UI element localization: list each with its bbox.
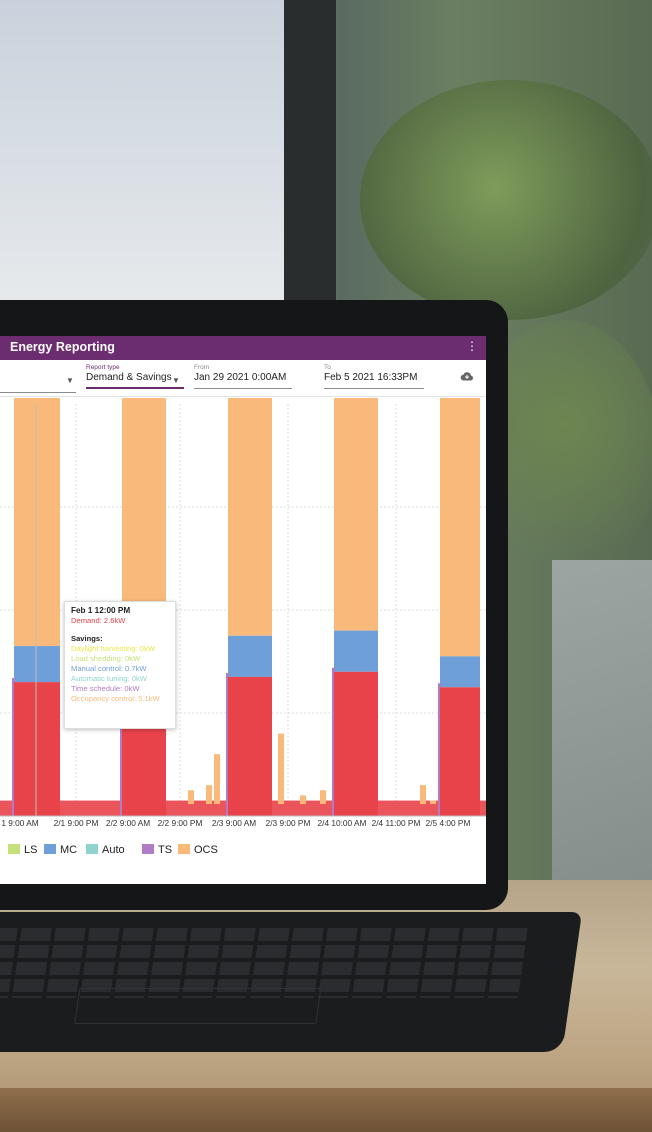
mc-area [228,635,272,677]
x-tick-label: 2/2 9:00 PM [158,818,203,828]
tooltip-savings-line: Daylight harvesting: 0kW [71,644,155,653]
legend-swatch [86,844,98,854]
window-sky [0,0,290,300]
x-tick-label: 2/5 4:00 PM [426,818,471,828]
filters-divider [0,396,486,397]
mc-area [334,630,378,672]
legend-swatch [178,844,190,854]
legend-label: TS [158,844,173,856]
report-type-label: Report type [86,364,120,371]
legend-swatch [142,844,154,854]
tooltip-savings-line: Time schedule: 0kW [71,684,140,693]
app-bar: Energy Reporting ⋮ [0,336,486,360]
tooltip-savings-line: Load shedding: 0kW [71,654,141,663]
report-type-underline [86,387,184,389]
legend-item-ls[interactable]: LS [8,844,37,856]
mc-area [440,656,480,688]
tooltip-demand: Demand: 2.6kW [71,616,126,625]
x-tick-label: 2/4 10:00 AM [318,818,367,828]
from-label: From [194,364,210,371]
truncated-field-underline [0,392,76,393]
legend-label: Auto [102,844,125,856]
to-date-field[interactable]: To Feb 5 2021 16:33PM [324,364,424,389]
legend-item-ocs[interactable]: OCS [178,844,218,856]
ocs-area [228,398,272,636]
window-frame [284,0,336,330]
ocs-night-spike [188,790,194,804]
from-value: Jan 29 2021 0:00AM [194,372,287,383]
report-type-value: Demand & Savings [86,372,172,383]
legend-swatch [44,844,56,854]
ocs-night-spike [320,790,326,804]
legend-label: MC [60,844,78,856]
to-label: To [324,364,331,371]
legend-swatch [8,844,20,854]
building-background [552,560,652,900]
laptop-screen: Energy Reporting ⋮ ▼ Report type Demand … [0,336,486,884]
cloud-download-icon[interactable] [460,372,474,381]
ocs-night-spike [430,800,436,804]
ocs-night-spike [214,754,220,804]
tooltip-savings-line: Occupancy control: 5.1kW [71,694,160,703]
tree-foliage [360,80,652,320]
demand-area [228,676,272,816]
ocs-night-spike [420,785,426,804]
ocs-area [334,398,378,631]
report-filters: ▼ Report type Demand & Savings ▼ From Ja… [0,362,486,394]
ocs-area [14,398,60,647]
laptop-keyboard [0,912,583,1052]
trackpad [74,988,322,1024]
table-edge [0,1088,652,1132]
x-tick-label: 2/4 11:00 PM [372,818,421,828]
demand-area [14,682,60,816]
legend-item-ts[interactable]: TS [142,844,172,856]
legend-item-mc[interactable]: MC [44,844,77,856]
x-tick-label: 2/3 9:00 PM [266,818,311,828]
x-tick-label: 1 9:00 AM [1,818,38,828]
chevron-down-icon[interactable]: ▼ [66,376,74,385]
more-vert-icon[interactable]: ⋮ [466,339,478,353]
app-title: Energy Reporting [10,340,115,354]
tooltip-savings-title: Savings: [71,634,103,643]
legend-item-auto[interactable]: Auto [86,844,125,856]
x-tick-label: 2/1 9:00 PM [54,818,99,828]
mc-area [14,646,60,683]
ocs-area [440,398,480,657]
ocs-night-spike [278,733,284,804]
legend-label: OCS [194,844,218,856]
tooltip-savings-line: Automatic tuning: 0kW [71,674,147,683]
demand-area [334,671,378,816]
from-underline [194,388,292,389]
ocs-night-spike [206,785,212,804]
to-underline [324,388,424,389]
tooltip-time: Feb 1 12:00 PM [71,606,131,615]
tooltip-savings-line: Manual control: 0.7kW [71,664,147,673]
to-value: Feb 5 2021 16:33PM [324,372,418,383]
chart-tooltip: Feb 1 12:00 PM Demand: 2.6kW Savings: Da… [64,601,176,729]
chevron-down-icon[interactable]: ▼ [172,376,180,385]
x-tick-label: 2/3 9:00 AM [212,818,256,828]
x-tick-label: 2/2 9:00 AM [106,818,150,828]
report-type-select[interactable]: Report type Demand & Savings [86,364,184,389]
demand-area [440,687,480,816]
legend-label: LS [24,844,38,856]
from-date-field[interactable]: From Jan 29 2021 0:00AM [194,364,292,389]
ocs-night-spike [300,795,306,804]
